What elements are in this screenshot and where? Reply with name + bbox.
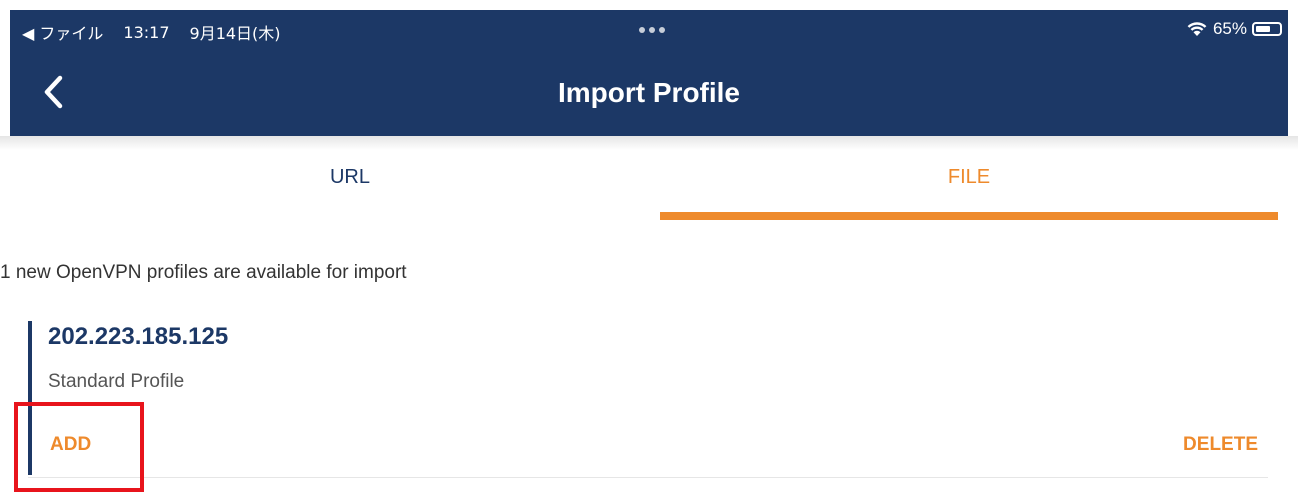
profile-name: 202.223.185.125 bbox=[48, 323, 229, 350]
status-bar-left: ◀ ファイル 13:17 9月14日(木) bbox=[22, 20, 281, 44]
status-bar: ◀ ファイル 13:17 9月14日(木) 65% bbox=[10, 10, 1288, 50]
tab-bar: URL FILE bbox=[0, 136, 1298, 222]
more-dots-icon[interactable] bbox=[639, 27, 665, 33]
profile-card: 202.223.185.125 Standard Profile ADD DEL… bbox=[28, 317, 1268, 478]
tab-url[interactable]: URL bbox=[40, 136, 660, 222]
status-date: 9月14日(木) bbox=[189, 24, 281, 43]
highlight-box bbox=[14, 402, 144, 492]
battery-icon bbox=[1252, 22, 1282, 36]
tab-file[interactable]: FILE bbox=[660, 136, 1278, 222]
navigation-bar: Import Profile bbox=[10, 50, 1288, 136]
selected-tab-indicator bbox=[660, 212, 1278, 220]
back-to-app-link[interactable]: ◀ ファイル bbox=[22, 20, 103, 44]
wifi-icon bbox=[1187, 22, 1207, 36]
battery-percentage: 65% bbox=[1212, 19, 1247, 38]
page-title: Import Profile bbox=[557, 77, 740, 108]
available-profiles-message: 1 new OpenVPN profiles are available for… bbox=[0, 262, 407, 283]
status-time: 13:17 bbox=[123, 22, 170, 42]
status-bar-right: 65% bbox=[1186, 19, 1282, 39]
profile-type: Standard Profile bbox=[48, 371, 185, 392]
tab-file-label: FILE bbox=[947, 166, 991, 188]
tab-url-label: URL bbox=[329, 166, 370, 188]
delete-button[interactable]: DELETE bbox=[1183, 434, 1258, 456]
